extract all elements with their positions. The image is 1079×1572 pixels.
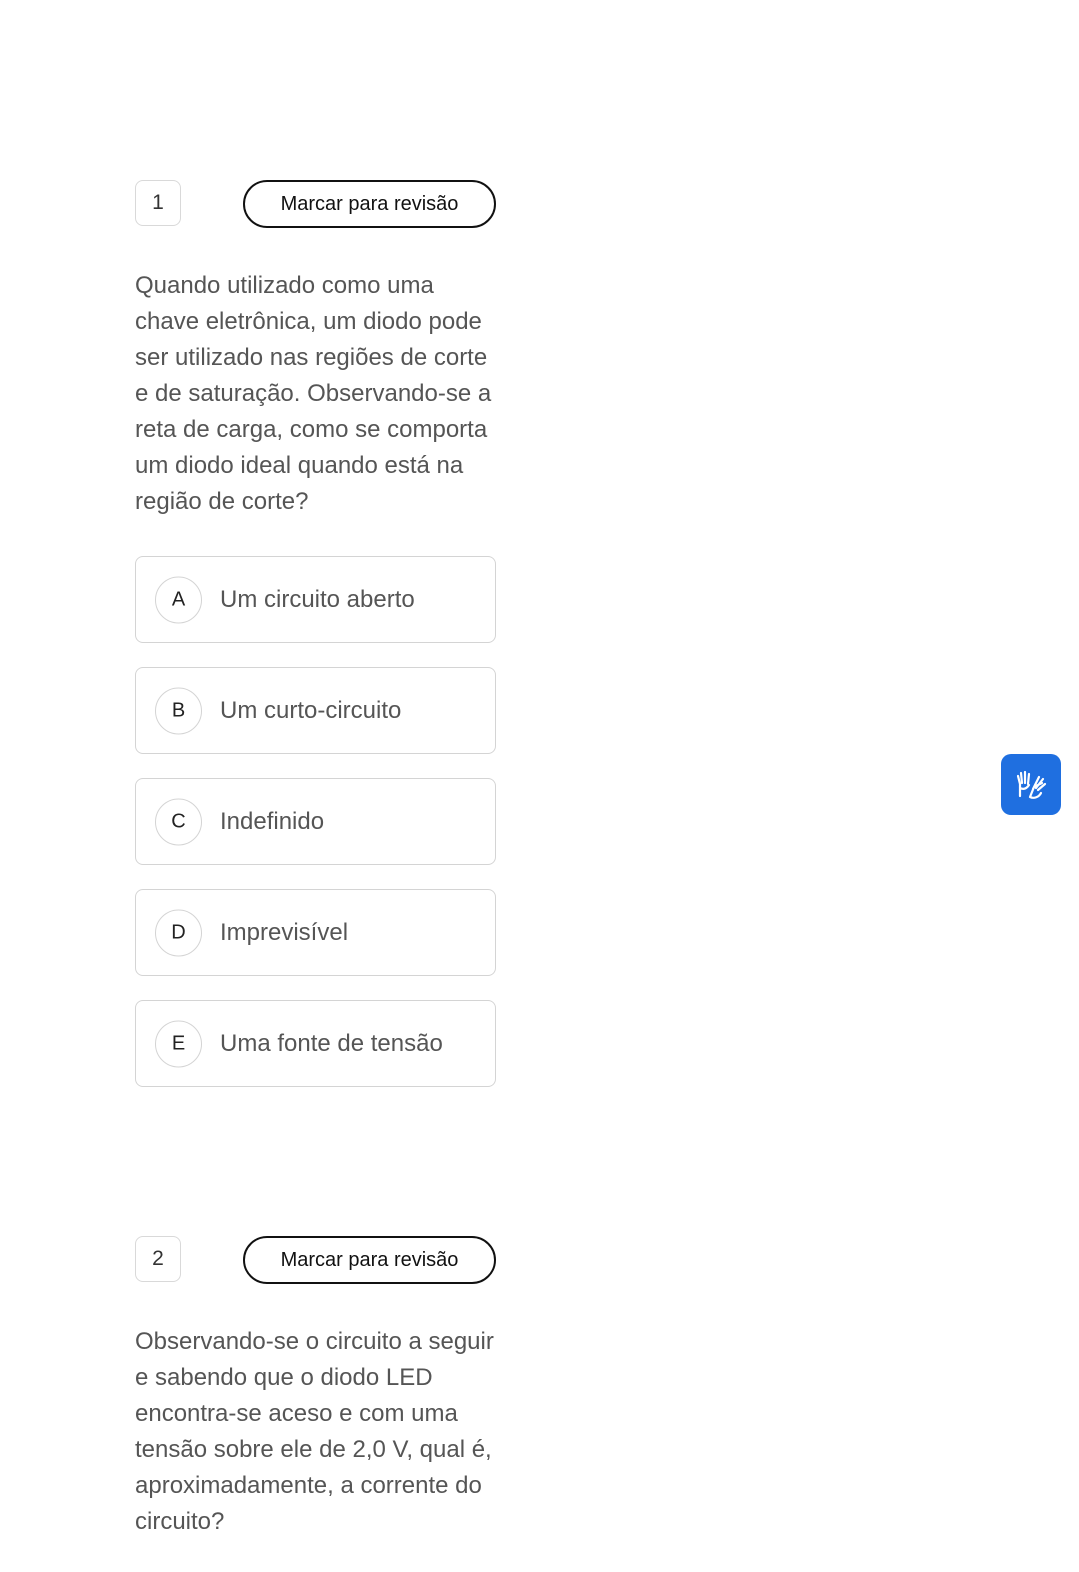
option-letter: E xyxy=(155,1020,202,1067)
option-letter: A xyxy=(155,576,202,623)
option-text: Uma fonte de tensão xyxy=(220,1029,443,1057)
option-text: Imprevisível xyxy=(220,918,349,946)
mark-for-review-button[interactable]: Marcar para revisão xyxy=(243,180,496,228)
question-1: 1 Marcar para revisão Quando utilizado c… xyxy=(135,180,496,1111)
sign-language-hands-icon xyxy=(1016,770,1047,799)
question-text: Quando utilizado como uma chave eletrôni… xyxy=(135,272,492,515)
option-text: Um circuito aberto xyxy=(220,585,415,613)
option-letter: B xyxy=(155,687,202,734)
option-b[interactable]: B Um curto-circuito xyxy=(135,667,496,754)
question-text: Observando-se o circuito a seguir e sabe… xyxy=(135,1328,494,1535)
mark-for-review-button[interactable]: Marcar para revisão xyxy=(243,1236,496,1284)
question-number: 1 xyxy=(135,180,181,226)
question-2: 2 Marcar para revisão Observando-se o ci… xyxy=(135,1236,496,1540)
answer-options: A Um circuito aberto B Um curto-circuito… xyxy=(135,556,496,1087)
option-e[interactable]: E Uma fonte de tensão xyxy=(135,1000,496,1087)
option-a[interactable]: A Um circuito aberto xyxy=(135,556,496,643)
option-letter: D xyxy=(155,909,202,956)
option-letter: C xyxy=(155,798,202,845)
option-d[interactable]: D Imprevisível xyxy=(135,889,496,976)
option-text: Um curto-circuito xyxy=(220,696,402,724)
option-text: Indefinido xyxy=(220,807,325,835)
question-header: 1 Marcar para revisão xyxy=(135,180,496,230)
question-number: 2 xyxy=(135,1236,181,1282)
option-c[interactable]: C Indefinido xyxy=(135,778,496,865)
sign-language-button[interactable] xyxy=(1001,754,1061,815)
question-header: 2 Marcar para revisão xyxy=(135,1236,496,1286)
